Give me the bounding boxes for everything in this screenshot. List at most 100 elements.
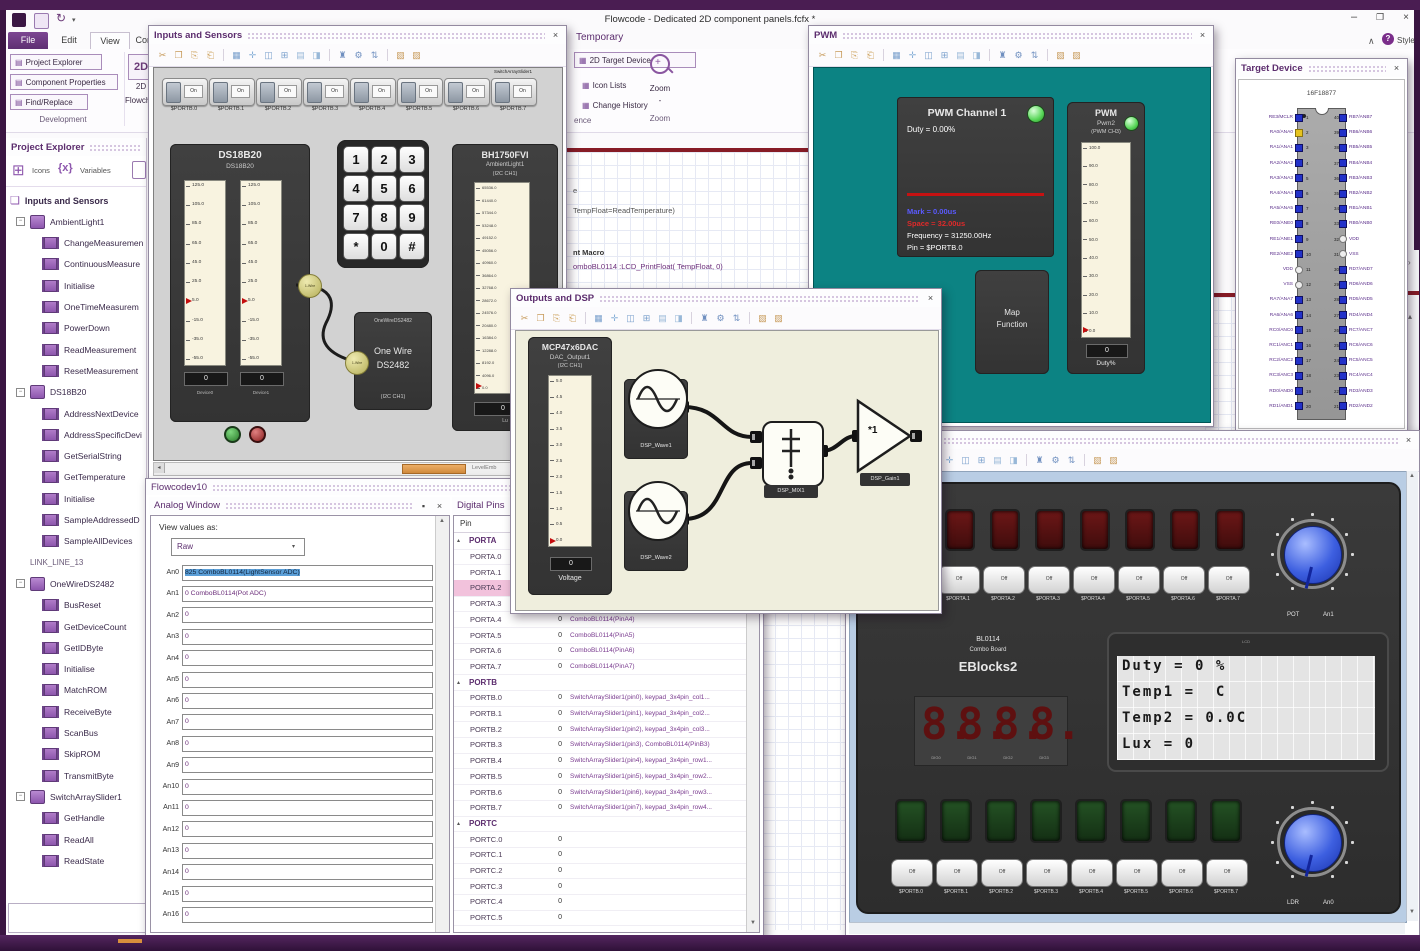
toolbar-icon[interactable]: ⊞ bbox=[938, 49, 951, 62]
digital-row-portb-1[interactable]: PORTB.1 0 SwitchArraySlider1(pin1), keypad… bbox=[454, 706, 746, 723]
toolbar-icon[interactable]: ♜ bbox=[1033, 454, 1046, 467]
analog-value-field[interactable]: 0 bbox=[182, 757, 433, 774]
analog-row-an3[interactable]: An3 0 bbox=[155, 626, 433, 647]
eblocks-hscrollbar[interactable] bbox=[849, 922, 1405, 934]
digital-row-porta-4[interactable]: PORTA.4 0 ComboBL0114(PinA4) bbox=[454, 612, 746, 629]
toolbar-icon[interactable]: ▧ bbox=[756, 312, 769, 325]
close-icon[interactable]: × bbox=[925, 293, 936, 303]
pwm2-slider[interactable]: 100.0 90.0 80.0 70.0 60.0 50.0 40.0 30.0 20.0 10.… bbox=[1081, 142, 1131, 338]
toolbar-icon[interactable]: ◫ bbox=[922, 49, 935, 62]
pwm-panel-titlebar[interactable]: PWM × bbox=[809, 26, 1213, 44]
analog-row-an0[interactable]: An0 825 ComboBL0114(LightSensor ADC) bbox=[155, 562, 433, 583]
toolbar-icon[interactable]: ◫ bbox=[624, 312, 637, 325]
outputs-canvas[interactable]: MCP47x6DAC DAC_Output1 (I2C CH1) 5.0 4.5 4… bbox=[515, 330, 939, 611]
analog-row-an6[interactable]: An6 0 bbox=[155, 690, 433, 711]
toolbar-icon[interactable]: ✛ bbox=[906, 49, 919, 62]
minimize-button[interactable]: – bbox=[1346, 11, 1362, 23]
analog-row-an13[interactable]: An13 0 bbox=[155, 840, 433, 861]
tree-item-switcharrayslider1[interactable]: − SwitchArraySlider1 bbox=[8, 786, 144, 807]
scroll-up-icon[interactable]: ▴ bbox=[1408, 312, 1412, 321]
toolbar-icon[interactable]: ▧ bbox=[394, 49, 407, 62]
analog-row-an11[interactable]: An11 0 bbox=[155, 797, 433, 818]
group-expander-icon[interactable]: ▴ bbox=[454, 537, 467, 544]
analog-vscrollbar[interactable]: ▲ bbox=[435, 516, 449, 932]
analog-row-an10[interactable]: An10 0 bbox=[155, 776, 433, 797]
board-button-portb-3-b[interactable]: Off bbox=[1026, 859, 1068, 887]
board-button-porta-6[interactable]: Off bbox=[1163, 566, 1205, 594]
expander-icon[interactable]: − bbox=[16, 387, 25, 397]
zoom-button-label[interactable]: Zoom bbox=[644, 84, 676, 93]
analog-row-an16[interactable]: An16 0 bbox=[155, 904, 433, 925]
digital-row-portb[interactable]: ▴ PORTB bbox=[454, 674, 746, 691]
analog-row-an14[interactable]: An14 0 bbox=[155, 862, 433, 883]
analog-value-field[interactable]: 0 ComboBL0114(Pot ADC) bbox=[182, 585, 433, 602]
digital-row-portc-2[interactable]: PORTC.2 0 bbox=[454, 863, 746, 880]
close-icon[interactable]: × bbox=[1197, 30, 1208, 40]
toolbar-icon[interactable]: ⇅ bbox=[1065, 454, 1078, 467]
tree-item-gettemperature[interactable]: GetTemperature bbox=[8, 467, 144, 488]
quickaccess-caret-icon[interactable]: ▾ bbox=[72, 16, 76, 24]
toolbar-icon[interactable]: ⚙ bbox=[352, 49, 365, 62]
dsp-wave2-component[interactable]: DSP_Wave2 bbox=[624, 481, 688, 571]
digital-row-portb-0[interactable]: PORTB.0 0 SwitchArraySlider1(pin0), keypad… bbox=[454, 690, 746, 707]
icons-grid-icon[interactable]: ⊞ bbox=[12, 161, 25, 179]
pot-knob[interactable] bbox=[1267, 509, 1357, 599]
toolbar-icon[interactable]: ⚙ bbox=[1012, 49, 1025, 62]
app-icon[interactable] bbox=[12, 13, 26, 27]
toolbar-icon[interactable]: ⇅ bbox=[1028, 49, 1041, 62]
toolbar-icon[interactable]: ✂ bbox=[518, 312, 531, 325]
toolbar-icon[interactable]: ▨ bbox=[772, 312, 785, 325]
digital-row-portc-4[interactable]: PORTC.4 0 bbox=[454, 894, 746, 911]
tree-item-transmitbyte[interactable]: TransmitByte bbox=[8, 765, 144, 786]
toolbar-icon[interactable]: ▤ bbox=[656, 312, 669, 325]
toolbar-icon[interactable]: ❐ bbox=[832, 49, 845, 62]
view-values-dropdown[interactable]: Raw ▾ bbox=[171, 538, 305, 556]
toolbar-icon[interactable]: ▨ bbox=[1107, 454, 1120, 467]
board-button-porta-1[interactable]: Off bbox=[938, 566, 980, 594]
digital-row-portb-7[interactable]: PORTB.7 0 SwitchArraySlider1(pin7), keypad… bbox=[454, 800, 746, 817]
toolbar-icon[interactable]: ▦ bbox=[592, 312, 605, 325]
partial-toolbar-icon[interactable] bbox=[132, 161, 146, 179]
board-button-portb-2-b[interactable]: Off bbox=[981, 859, 1023, 887]
toolbar-icon[interactable]: ⎗ bbox=[204, 49, 217, 62]
analog-value-field[interactable]: 0 bbox=[182, 714, 433, 731]
analog-row-an2[interactable]: An2 0 bbox=[155, 605, 433, 626]
board-button-porta-5[interactable]: Off bbox=[1118, 566, 1160, 594]
dsp-gain-base[interactable]: DSP_Gain1 bbox=[860, 473, 910, 486]
analog-row-an9[interactable]: An9 0 bbox=[155, 755, 433, 776]
tree-item-readmeasurement[interactable]: ReadMeasurement bbox=[8, 339, 144, 360]
tab-file[interactable]: File bbox=[8, 32, 48, 49]
ribbon-button-project-explorer[interactable]: ▤ Project Explorer bbox=[10, 54, 102, 70]
analog-row-an5[interactable]: An5 0 bbox=[155, 669, 433, 690]
expander-icon[interactable]: − bbox=[16, 579, 25, 589]
group-expander-icon[interactable]: ▴ bbox=[454, 820, 467, 827]
close-button[interactable]: × bbox=[1398, 12, 1414, 23]
digital-row-porta-5[interactable]: PORTA.5 0 ComboBL0114(PinA5) bbox=[454, 627, 746, 644]
toolbar-icon[interactable]: ⎘ bbox=[550, 312, 563, 325]
tree-item-inputs-and-sensors[interactable]: ❏ Inputs and Sensors bbox=[8, 190, 144, 211]
ldr-knob[interactable] bbox=[1267, 797, 1357, 887]
toolbar-icon[interactable]: ▦ bbox=[230, 49, 243, 62]
toolbar-icon[interactable]: ♜ bbox=[698, 312, 711, 325]
digital-row-portc-0[interactable]: PORTC.0 0 bbox=[454, 831, 746, 848]
tree-item-continuousmeasure[interactable]: ContinuousMeasure bbox=[8, 254, 144, 275]
analog-value-field[interactable]: 0 bbox=[182, 842, 433, 859]
toolbar-icon[interactable]: ⊞ bbox=[640, 312, 653, 325]
zoom-minus[interactable]: - bbox=[656, 96, 664, 105]
analog-value-field[interactable]: 0 bbox=[182, 650, 433, 667]
tree-item-addressnextdevice[interactable]: AddressNextDevice bbox=[8, 403, 144, 424]
digital-row-portb-6[interactable]: PORTB.6 0 SwitchArraySlider1(pin6), keypad… bbox=[454, 784, 746, 801]
analog-window-titlebar[interactable]: Analog Window ▪ × bbox=[149, 497, 450, 514]
tree-item-changemeasuremen[interactable]: ChangeMeasuremen bbox=[8, 233, 144, 254]
dsp-wave1-component[interactable]: DSP_Wave1 bbox=[624, 369, 688, 459]
toolbar-icon[interactable]: ⇅ bbox=[368, 49, 381, 62]
pwm2-component[interactable]: PWM Pwm2 (PWM CH3) 100.0 90.0 80.0 70.0 60.0… bbox=[1067, 102, 1145, 374]
group-expander-icon[interactable]: ▴ bbox=[454, 679, 467, 686]
analog-value-field[interactable]: 0 bbox=[182, 885, 433, 902]
toolbar-icon[interactable]: ▨ bbox=[410, 49, 423, 62]
toolbar-icon[interactable]: ⎗ bbox=[566, 312, 579, 325]
board-button-portb-1-b[interactable]: Off bbox=[936, 859, 978, 887]
tree-item-sampleaddressedd[interactable]: SampleAddressedD bbox=[8, 510, 144, 531]
scroll-up-icon[interactable]: ▲ bbox=[439, 518, 445, 524]
save-icon[interactable] bbox=[34, 13, 49, 29]
